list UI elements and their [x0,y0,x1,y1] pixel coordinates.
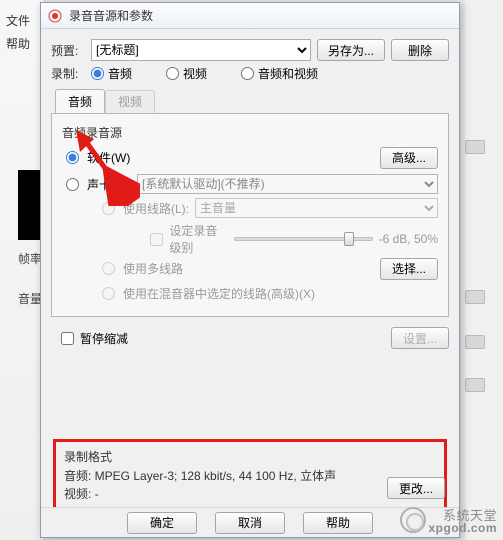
dialog-title: 录音音源和参数 [69,7,153,24]
format-video-line: 视频: - [64,485,436,502]
help-button[interactable]: 帮助 [303,512,373,534]
tabs: 音频 视频 音频录音源 软件(W) 高级... 声卡(N): [系统默认驱动]( [51,88,449,317]
soundcard-label: 声卡(N): [87,176,131,193]
use-mixer-label: 使用在混音器中选定的线路(高级)(X) [123,285,315,302]
use-line-label: 使用线路(L): [123,200,189,217]
pause-shrink-checkbox[interactable] [61,332,74,345]
record-video-label: 视频 [183,65,207,82]
soundcard-option[interactable]: 声卡(N): [系统默认驱动](不推荐) [66,174,438,194]
recording-settings-dialog: 录音音源和参数 预置: [无标题] 另存为... 删除 录制: 音频 视频 [40,2,460,538]
record-audio-option[interactable]: 音频 [91,65,132,82]
bg-right-control [465,335,485,349]
format-audio-line: 音频: MPEG Layer-3; 128 kbit/s, 44 100 Hz,… [64,467,436,484]
soundcard-radio[interactable] [66,178,79,191]
slider-value: -6 dB, 50% [379,232,438,246]
titlebar: 录音音源和参数 [41,3,459,29]
background-right-strip [465,0,503,540]
use-multiline-option: 使用多线路 [102,260,183,277]
pause-shrink-row: 暂停缩减 设置... [61,327,449,349]
tab-strip: 音频 视频 [55,88,449,113]
record-type-row: 录制: 音频 视频 音频和视频 [51,65,449,82]
delete-button[interactable]: 删除 [391,39,449,61]
change-format-button[interactable]: 更改... [387,477,445,499]
preset-label: 预置: [51,42,85,59]
set-rec-level-checkbox [150,233,163,246]
bg-menu-help: 帮助 [6,35,38,52]
format-title: 录制格式 [64,448,436,465]
set-rec-level-label: 设定录音级别 [169,222,228,256]
logo-text-2: xpgod.com [428,522,497,534]
record-video-radio[interactable] [166,67,179,80]
watermark-logo: 系统天堂 xpgod.com [428,509,497,534]
rec-level-row: 设定录音级别 -6 dB, 50% [102,222,438,256]
software-option[interactable]: 软件(W) [66,149,130,166]
bg-right-control [465,140,485,154]
app-icon [47,8,63,24]
use-multiline-label: 使用多线路 [123,260,183,277]
preset-row: 预置: [无标题] 另存为... 删除 [51,39,449,61]
bg-volume-label: 音量 [18,290,42,307]
preset-select[interactable]: [无标题] [91,39,311,61]
record-av-label: 音频和视频 [258,65,318,82]
bg-menu-file: 文件 [6,12,38,29]
ok-button[interactable]: 确定 [127,512,197,534]
use-multiline-radio [102,262,115,275]
bg-frame-label: 帧率 [18,250,42,267]
rec-level-slider [234,230,373,248]
software-radio[interactable] [66,151,79,164]
dialog-footer: 确定 取消 帮助 [41,507,459,537]
bg-right-control [465,290,485,304]
soundcard-select[interactable]: [系统默认驱动](不推荐) [137,174,438,194]
bg-right-control [465,378,485,392]
record-av-radio[interactable] [241,67,254,80]
slider-thumb [344,232,354,246]
line-select: 主音量 [195,198,438,218]
record-video-option[interactable]: 视频 [166,65,207,82]
cancel-button[interactable]: 取消 [215,512,285,534]
select-button[interactable]: 选择... [380,258,438,280]
use-line-radio [102,202,115,215]
record-audio-label: 音频 [108,65,132,82]
use-mixer-option: 使用在混音器中选定的线路(高级)(X) [102,285,438,302]
record-av-option[interactable]: 音频和视频 [241,65,318,82]
record-audio-radio[interactable] [91,67,104,80]
pause-settings-button: 设置... [391,327,449,349]
advanced-button[interactable]: 高级... [380,147,438,169]
software-label: 软件(W) [87,149,130,166]
use-line-option: 使用线路(L): 主音量 [102,198,438,218]
save-as-button[interactable]: 另存为... [317,39,385,61]
tab-audio[interactable]: 音频 [55,89,105,114]
audio-tab-panel: 音频录音源 软件(W) 高级... 声卡(N): [系统默认驱动](不推荐) [51,113,449,317]
use-mixer-radio [102,287,115,300]
audio-source-title: 音频录音源 [62,124,438,141]
pause-shrink-label: 暂停缩减 [80,330,128,347]
tab-video[interactable]: 视频 [105,90,155,115]
record-label: 录制: [51,65,85,82]
background-app-strip: 文件 帮助 [0,0,45,540]
